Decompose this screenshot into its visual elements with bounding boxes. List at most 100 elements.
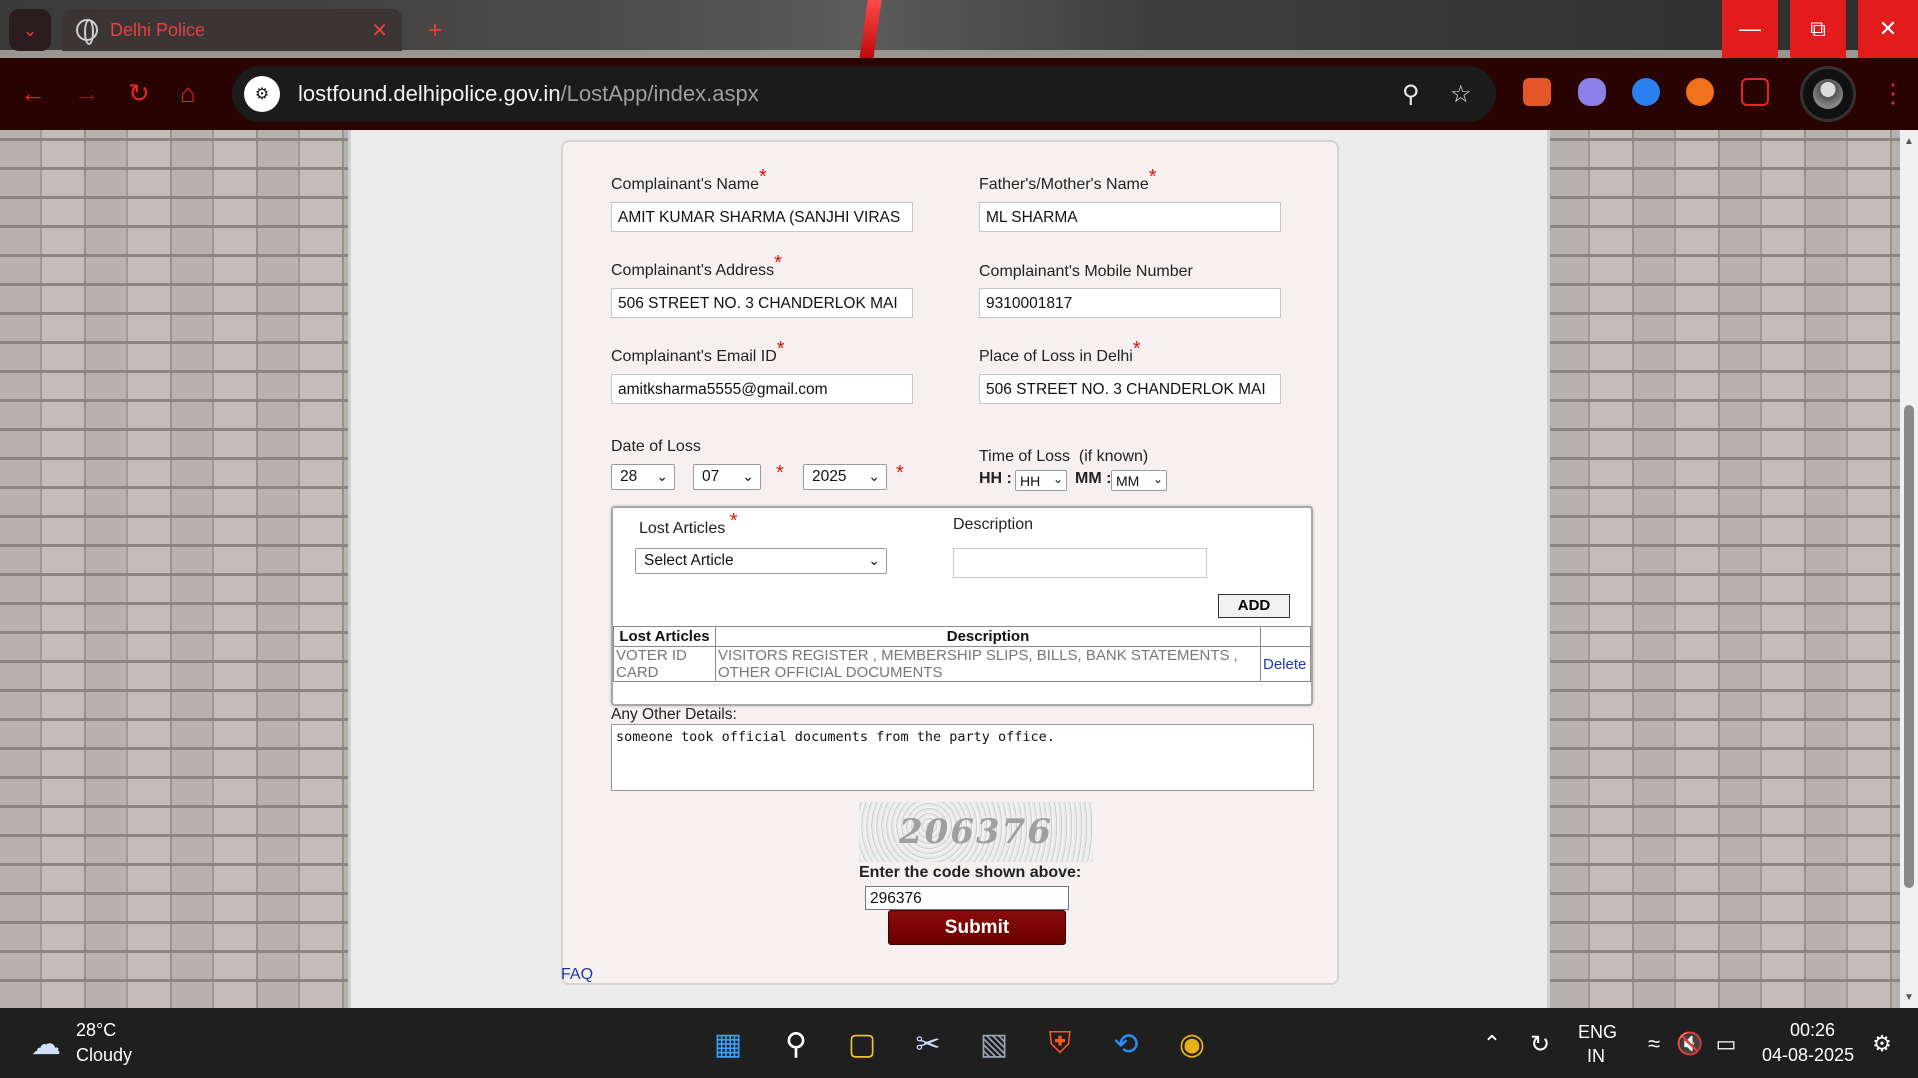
- faq-link[interactable]: FAQ: [561, 966, 593, 984]
- bookmark-star-icon[interactable]: ☆: [1450, 80, 1472, 109]
- chrome-icon[interactable]: ◉: [1172, 1024, 1212, 1064]
- new-tab-button[interactable]: +: [416, 12, 454, 50]
- content-column: Complainant's Name* AMIT KUMAR SHARMA (S…: [348, 130, 1550, 1008]
- tab-title: Delhi Police: [110, 19, 206, 40]
- parent-name-input[interactable]: ML SHARMA: [979, 202, 1281, 232]
- volume-muted-icon[interactable]: 🔇: [1670, 1024, 1710, 1064]
- chevron-down-icon: ⌄: [22, 19, 38, 40]
- battery-icon[interactable]: ▭: [1706, 1024, 1746, 1064]
- url-host: lostfound.delhipolice.gov.in: [298, 81, 561, 106]
- captcha-text: 206376: [899, 812, 1053, 852]
- tab-search-button[interactable]: ⌄: [9, 9, 51, 51]
- article-select[interactable]: Select Article ⌄: [635, 548, 887, 574]
- browser-tab[interactable]: Delhi Police ✕: [62, 9, 402, 51]
- parent-name-label: Father's/Mother's Name*: [979, 166, 1157, 193]
- site-info-icon[interactable]: ⚙: [244, 76, 280, 112]
- day-select[interactable]: 28 ⌄: [611, 464, 675, 490]
- cloud-icon[interactable]: ☁: [26, 1024, 66, 1064]
- fox-extension-icon[interactable]: [1523, 78, 1551, 106]
- submit-button[interactable]: Submit: [888, 910, 1066, 945]
- globe-icon: [76, 19, 98, 45]
- plus-icon: +: [427, 17, 442, 44]
- close-window-button[interactable]: ✕: [1858, 0, 1918, 58]
- email-input[interactable]: amitksharma5555@gmail.com: [611, 374, 913, 404]
- vscode-icon[interactable]: ⟲: [1106, 1024, 1146, 1064]
- tab-strip: ⌄ Delhi Police ✕ + — ⧉ ✕: [0, 0, 1918, 66]
- required-mark: *: [776, 462, 784, 484]
- extensions-puzzle-icon[interactable]: [1741, 78, 1769, 106]
- captcha-image: 206376: [859, 802, 1093, 862]
- weather-temp[interactable]: 28°C: [76, 1020, 116, 1041]
- page-scrollbar[interactable]: ▲ ▼: [1900, 130, 1918, 1008]
- home-icon[interactable]: ⌂: [180, 78, 196, 109]
- other-details-textarea[interactable]: someone took official documents from the…: [611, 724, 1314, 791]
- reload-icon[interactable]: ↻: [128, 78, 150, 109]
- chevron-up-icon[interactable]: ⌃: [1472, 1024, 1512, 1064]
- profile-avatar[interactable]: [1800, 66, 1856, 122]
- month-value: 07: [702, 468, 720, 485]
- required-mark: *: [896, 462, 904, 484]
- chevron-down-icon: ⌄: [868, 468, 880, 484]
- calculator-icon[interactable]: ▧: [974, 1024, 1014, 1064]
- complainant-name-input[interactable]: AMIT KUMAR SHARMA (SANJHI VIRAS: [611, 202, 913, 232]
- snipping-tool-icon[interactable]: ✂: [908, 1024, 948, 1064]
- other-details-label: Any Other Details:: [611, 706, 737, 723]
- article-select-value: Select Article: [644, 552, 734, 569]
- lost-articles-panel: Lost Articles * Description Select Artic…: [611, 506, 1313, 706]
- lost-articles-table: Lost Articles Description VOTER ID CARD …: [613, 626, 1311, 682]
- mobile-input[interactable]: 9310001817: [979, 288, 1281, 318]
- article-cell: VOTER ID CARD: [613, 646, 716, 682]
- wifi-icon[interactable]: ≈: [1634, 1024, 1674, 1064]
- table-header-row: Lost Articles Description: [613, 626, 1311, 647]
- captcha-input[interactable]: 296376: [865, 886, 1069, 910]
- delete-link[interactable]: Delete: [1260, 646, 1311, 682]
- infinity-extension-icon[interactable]: [1632, 78, 1660, 106]
- language-region[interactable]: IN: [1587, 1046, 1605, 1067]
- date-label: Date of Loss: [611, 438, 701, 455]
- scroll-thumb[interactable]: [1904, 405, 1914, 888]
- mm-label: MM :: [1075, 470, 1112, 487]
- hh-label: HH :: [979, 470, 1012, 487]
- weather-desc[interactable]: Cloudy: [76, 1045, 132, 1066]
- scroll-up-icon[interactable]: ▲: [1904, 136, 1914, 147]
- minimize-button[interactable]: —: [1722, 0, 1778, 58]
- chevron-down-icon: ⌄: [1052, 472, 1063, 486]
- description-cell: VISITORS REGISTER , MEMBERSHIP SLIPS, BI…: [715, 646, 1261, 682]
- notification-icon[interactable]: ⚙: [1862, 1024, 1902, 1064]
- sync-icon[interactable]: ↻: [1520, 1024, 1560, 1064]
- page-background: Complainant's Name* AMIT KUMAR SHARMA (S…: [0, 130, 1900, 1008]
- hour-value: HH: [1020, 472, 1041, 489]
- add-article-button[interactable]: ADD: [1218, 594, 1290, 618]
- brave-browser-icon[interactable]: ⛨: [1040, 1024, 1080, 1064]
- column-header: Lost Articles: [613, 626, 716, 647]
- captcha-prompt: Enter the code shown above:: [859, 864, 1082, 881]
- address-input[interactable]: 506 STREET NO. 3 CHANDERLOK MAI: [611, 288, 913, 318]
- close-tab-icon[interactable]: ✕: [371, 18, 388, 43]
- back-arrow-icon[interactable]: ←: [20, 78, 46, 109]
- hour-select[interactable]: HH ⌄: [1015, 470, 1067, 491]
- minute-select[interactable]: MM ⌄: [1111, 470, 1167, 491]
- avatar: [1813, 79, 1843, 109]
- column-header: [1260, 626, 1311, 647]
- file-explorer-icon[interactable]: ▢: [842, 1024, 882, 1064]
- clock-time[interactable]: 00:26: [1790, 1020, 1835, 1041]
- address-bar[interactable]: ⚙ lostfound.delhipolice.gov.in/LostApp/i…: [232, 66, 1496, 122]
- place-input[interactable]: 506 STREET NO. 3 CHANDERLOK MAI: [979, 374, 1281, 404]
- restore-button[interactable]: ⧉: [1790, 0, 1846, 58]
- month-select[interactable]: 07 ⌄: [693, 464, 761, 490]
- wallpaper-streak: [858, 0, 882, 66]
- forward-arrow-icon[interactable]: →: [74, 78, 100, 109]
- flame-extension-icon[interactable]: [1686, 78, 1714, 106]
- search-icon[interactable]: ⚲: [776, 1024, 816, 1064]
- zoom-icon[interactable]: ⚲: [1402, 80, 1420, 109]
- windows-start-icon[interactable]: ▦: [708, 1024, 748, 1064]
- language-indicator[interactable]: ENG: [1578, 1022, 1617, 1043]
- menu-kebab-icon[interactable]: ⋮: [1880, 78, 1906, 109]
- description-input[interactable]: [953, 548, 1207, 578]
- year-select[interactable]: 2025 ⌄: [803, 464, 887, 490]
- ghost-extension-icon[interactable]: [1578, 78, 1606, 106]
- browser-toolbar: ← → ↻ ⌂ ⚙ lostfound.delhipolice.gov.in/L…: [0, 58, 1918, 130]
- clock-date[interactable]: 04-08-2025: [1762, 1045, 1854, 1066]
- scroll-down-icon[interactable]: ▼: [1904, 992, 1914, 1003]
- minute-value: MM: [1116, 472, 1140, 489]
